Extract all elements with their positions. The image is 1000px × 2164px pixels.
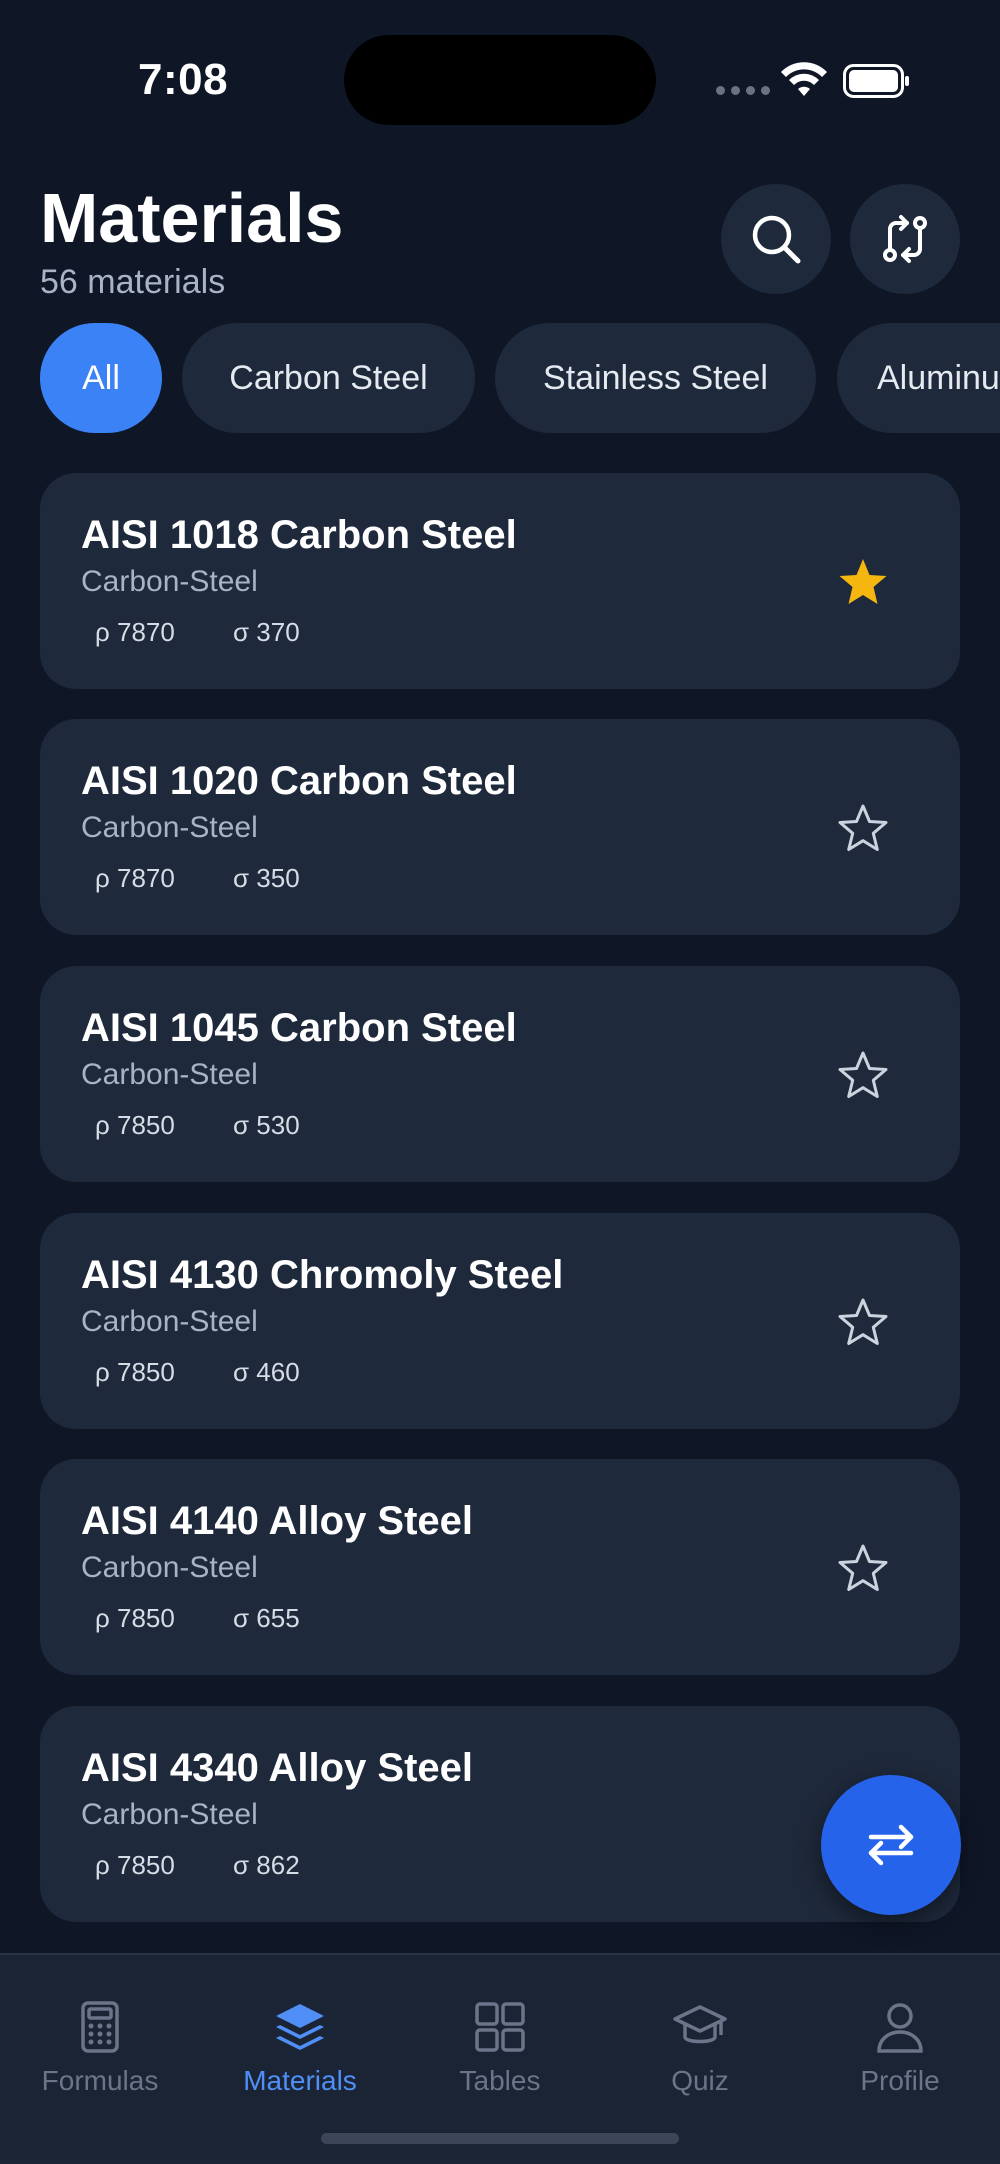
strength-value: σ 370 [233,617,300,647]
material-properties: ρ 7850 σ 862 [95,1850,300,1881]
grid-icon [475,2002,525,2052]
strength-value: σ 530 [233,1110,300,1140]
status-time: 7:08 [138,55,229,104]
tab-label: Tables [459,2065,541,2096]
density-value: ρ 7850 [95,1110,175,1140]
material-card[interactable]: AISI 4130 Chromoly Steel Carbon-Steel ρ … [40,1213,960,1429]
bottom-tab-bar: Formulas Materials Tables Quiz Profile [0,1953,1000,2164]
material-category: Carbon-Steel [81,811,258,844]
material-properties: ρ 7870 σ 370 [95,617,300,648]
tab-label: Quiz [671,2065,729,2096]
chip-stainless-steel[interactable]: Stainless Steel [495,323,816,433]
chip-aluminum[interactable]: Aluminum [837,323,1000,433]
cellular-signal-icon [716,86,770,95]
density-value: ρ 7870 [95,863,175,893]
material-name: AISI 1045 Carbon Steel [81,1006,517,1050]
material-card[interactable]: AISI 1020 Carbon Steel Carbon-Steel ρ 78… [40,719,960,935]
search-button[interactable] [721,184,831,294]
material-properties: ρ 7870 σ 350 [95,863,300,894]
star-outline-icon[interactable] [835,801,891,857]
density-value: ρ 7850 [95,1603,175,1633]
material-properties: ρ 7850 σ 655 [95,1603,300,1634]
layers-icon [276,2004,324,2050]
page-title: Materials [40,179,344,257]
swap-arrows-icon [868,1824,914,1866]
tab-label: Materials [243,2065,357,2096]
star-filled-icon[interactable] [835,555,891,611]
category-filter-bar: All Carbon Steel Stainless Steel Aluminu… [0,323,1000,433]
strength-value: σ 460 [233,1357,300,1387]
compare-arrows-icon [883,215,927,263]
tab-formulas[interactable]: Formulas [0,1999,200,2119]
calculator-icon [81,2001,119,2053]
tab-label: Formulas [41,2065,159,2096]
strength-value: σ 350 [233,863,300,893]
material-properties: ρ 7850 σ 530 [95,1110,300,1141]
strength-value: σ 655 [233,1603,300,1633]
home-indicator [321,2133,679,2144]
material-card[interactable]: AISI 1018 Carbon Steel Carbon-Steel ρ 78… [40,473,960,689]
tab-quiz[interactable]: Quiz [600,1999,800,2119]
star-outline-icon[interactable] [835,1541,891,1597]
tab-profile[interactable]: Profile [800,1999,1000,2119]
search-icon [752,215,801,264]
material-properties: ρ 7850 σ 460 [95,1357,300,1388]
tab-tables[interactable]: Tables [400,1999,600,2119]
status-bar: 7:08 [0,0,1000,140]
material-category: Carbon-Steel [81,1798,258,1831]
material-name: AISI 4340 Alloy Steel [81,1746,474,1790]
compare-button[interactable] [850,184,960,294]
material-card[interactable]: AISI 1045 Carbon Steel Carbon-Steel ρ 78… [40,966,960,1182]
material-card[interactable]: AISI 4140 Alloy Steel Carbon-Steel ρ 785… [40,1459,960,1675]
material-name: AISI 4140 Alloy Steel [81,1499,474,1543]
person-icon [877,2003,923,2053]
density-value: ρ 7850 [95,1357,175,1387]
star-outline-icon[interactable] [835,1295,891,1351]
compare-fab-button[interactable] [821,1775,961,1915]
battery-icon [843,64,909,98]
tab-materials[interactable]: Materials [200,1999,400,2119]
wifi-icon [781,62,827,96]
tab-label: Profile [860,2065,940,2096]
chip-carbon-steel[interactable]: Carbon Steel [182,323,475,433]
material-name: AISI 1020 Carbon Steel [81,759,517,803]
graduation-cap-icon [673,2005,727,2044]
material-name: AISI 1018 Carbon Steel [81,513,517,557]
materials-count: 56 materials [40,263,226,301]
material-name: AISI 4130 Chromoly Steel [81,1253,564,1297]
density-value: ρ 7850 [95,1850,175,1880]
material-card[interactable]: AISI 4340 Alloy Steel Carbon-Steel ρ 785… [40,1706,960,1922]
material-category: Carbon-Steel [81,1551,258,1584]
chip-all[interactable]: All [40,323,162,433]
material-category: Carbon-Steel [81,1058,258,1091]
material-category: Carbon-Steel [81,565,258,598]
star-outline-icon[interactable] [835,1048,891,1104]
dynamic-island [344,35,656,125]
density-value: ρ 7870 [95,617,175,647]
material-category: Carbon-Steel [81,1305,258,1338]
materials-screen: 7:08 Materials 56 materials All Carbon S… [0,0,1000,2164]
strength-value: σ 862 [233,1850,300,1880]
